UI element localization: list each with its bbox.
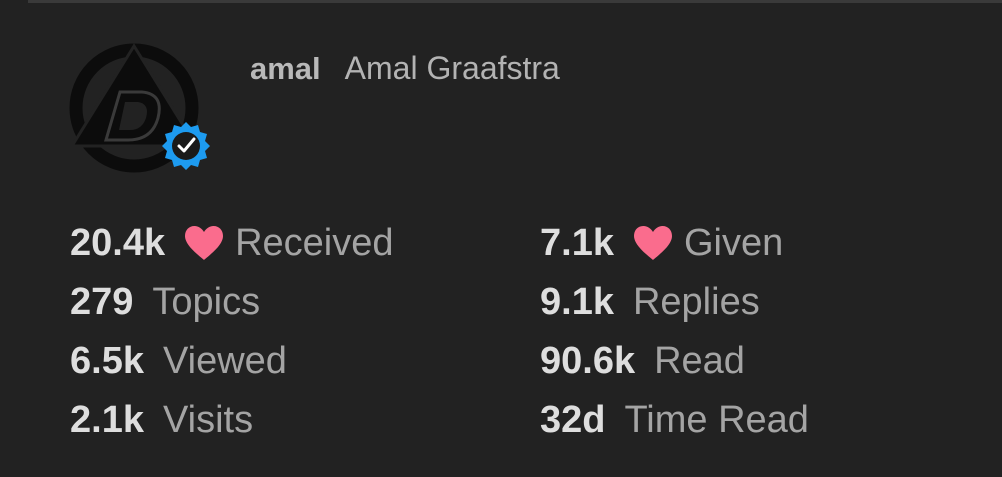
avatar-container[interactable] (68, 42, 213, 173)
stat-label: Time Read (624, 398, 809, 441)
stat-label: Visits (162, 398, 254, 441)
user-card: amal Amal Graafstra 20.4k Received 279 T… (0, 0, 1002, 477)
heart-icon (633, 226, 672, 260)
stat-replies: 9.1k Replies (540, 280, 760, 324)
stat-time-read: 32d Time Read (540, 398, 809, 442)
stat-value: 9.1k (540, 280, 614, 323)
stat-label: Received (235, 221, 394, 264)
stat-value: 7.1k (540, 221, 614, 264)
stat-visits: 2.1k Visits (70, 398, 253, 442)
stat-likes-given: 7.1k Given (540, 221, 783, 265)
user-names: amal Amal Graafstra (250, 50, 560, 90)
stat-viewed: 6.5k Viewed (70, 339, 287, 383)
stat-value: 279 (70, 280, 134, 323)
stat-label: Replies (632, 280, 760, 323)
stat-value: 20.4k (70, 221, 166, 264)
stat-likes-received: 20.4k Received (70, 221, 394, 265)
username[interactable]: amal (250, 51, 321, 87)
heart-icon (185, 226, 224, 260)
stat-label: Topics (152, 280, 261, 323)
stat-topics: 279 Topics (70, 280, 260, 324)
stat-value: 32d (540, 398, 606, 441)
stat-value: 6.5k (70, 339, 144, 382)
stat-value: 90.6k (540, 339, 636, 382)
card-divider (28, 0, 1002, 3)
stat-label: Given (683, 221, 784, 264)
verified-badge-icon (162, 122, 210, 170)
stat-label: Read (654, 339, 745, 382)
stat-label: Viewed (162, 339, 287, 382)
full-name: Amal Graafstra (344, 50, 560, 86)
stat-value: 2.1k (70, 398, 144, 441)
stat-read: 90.6k Read (540, 339, 745, 383)
